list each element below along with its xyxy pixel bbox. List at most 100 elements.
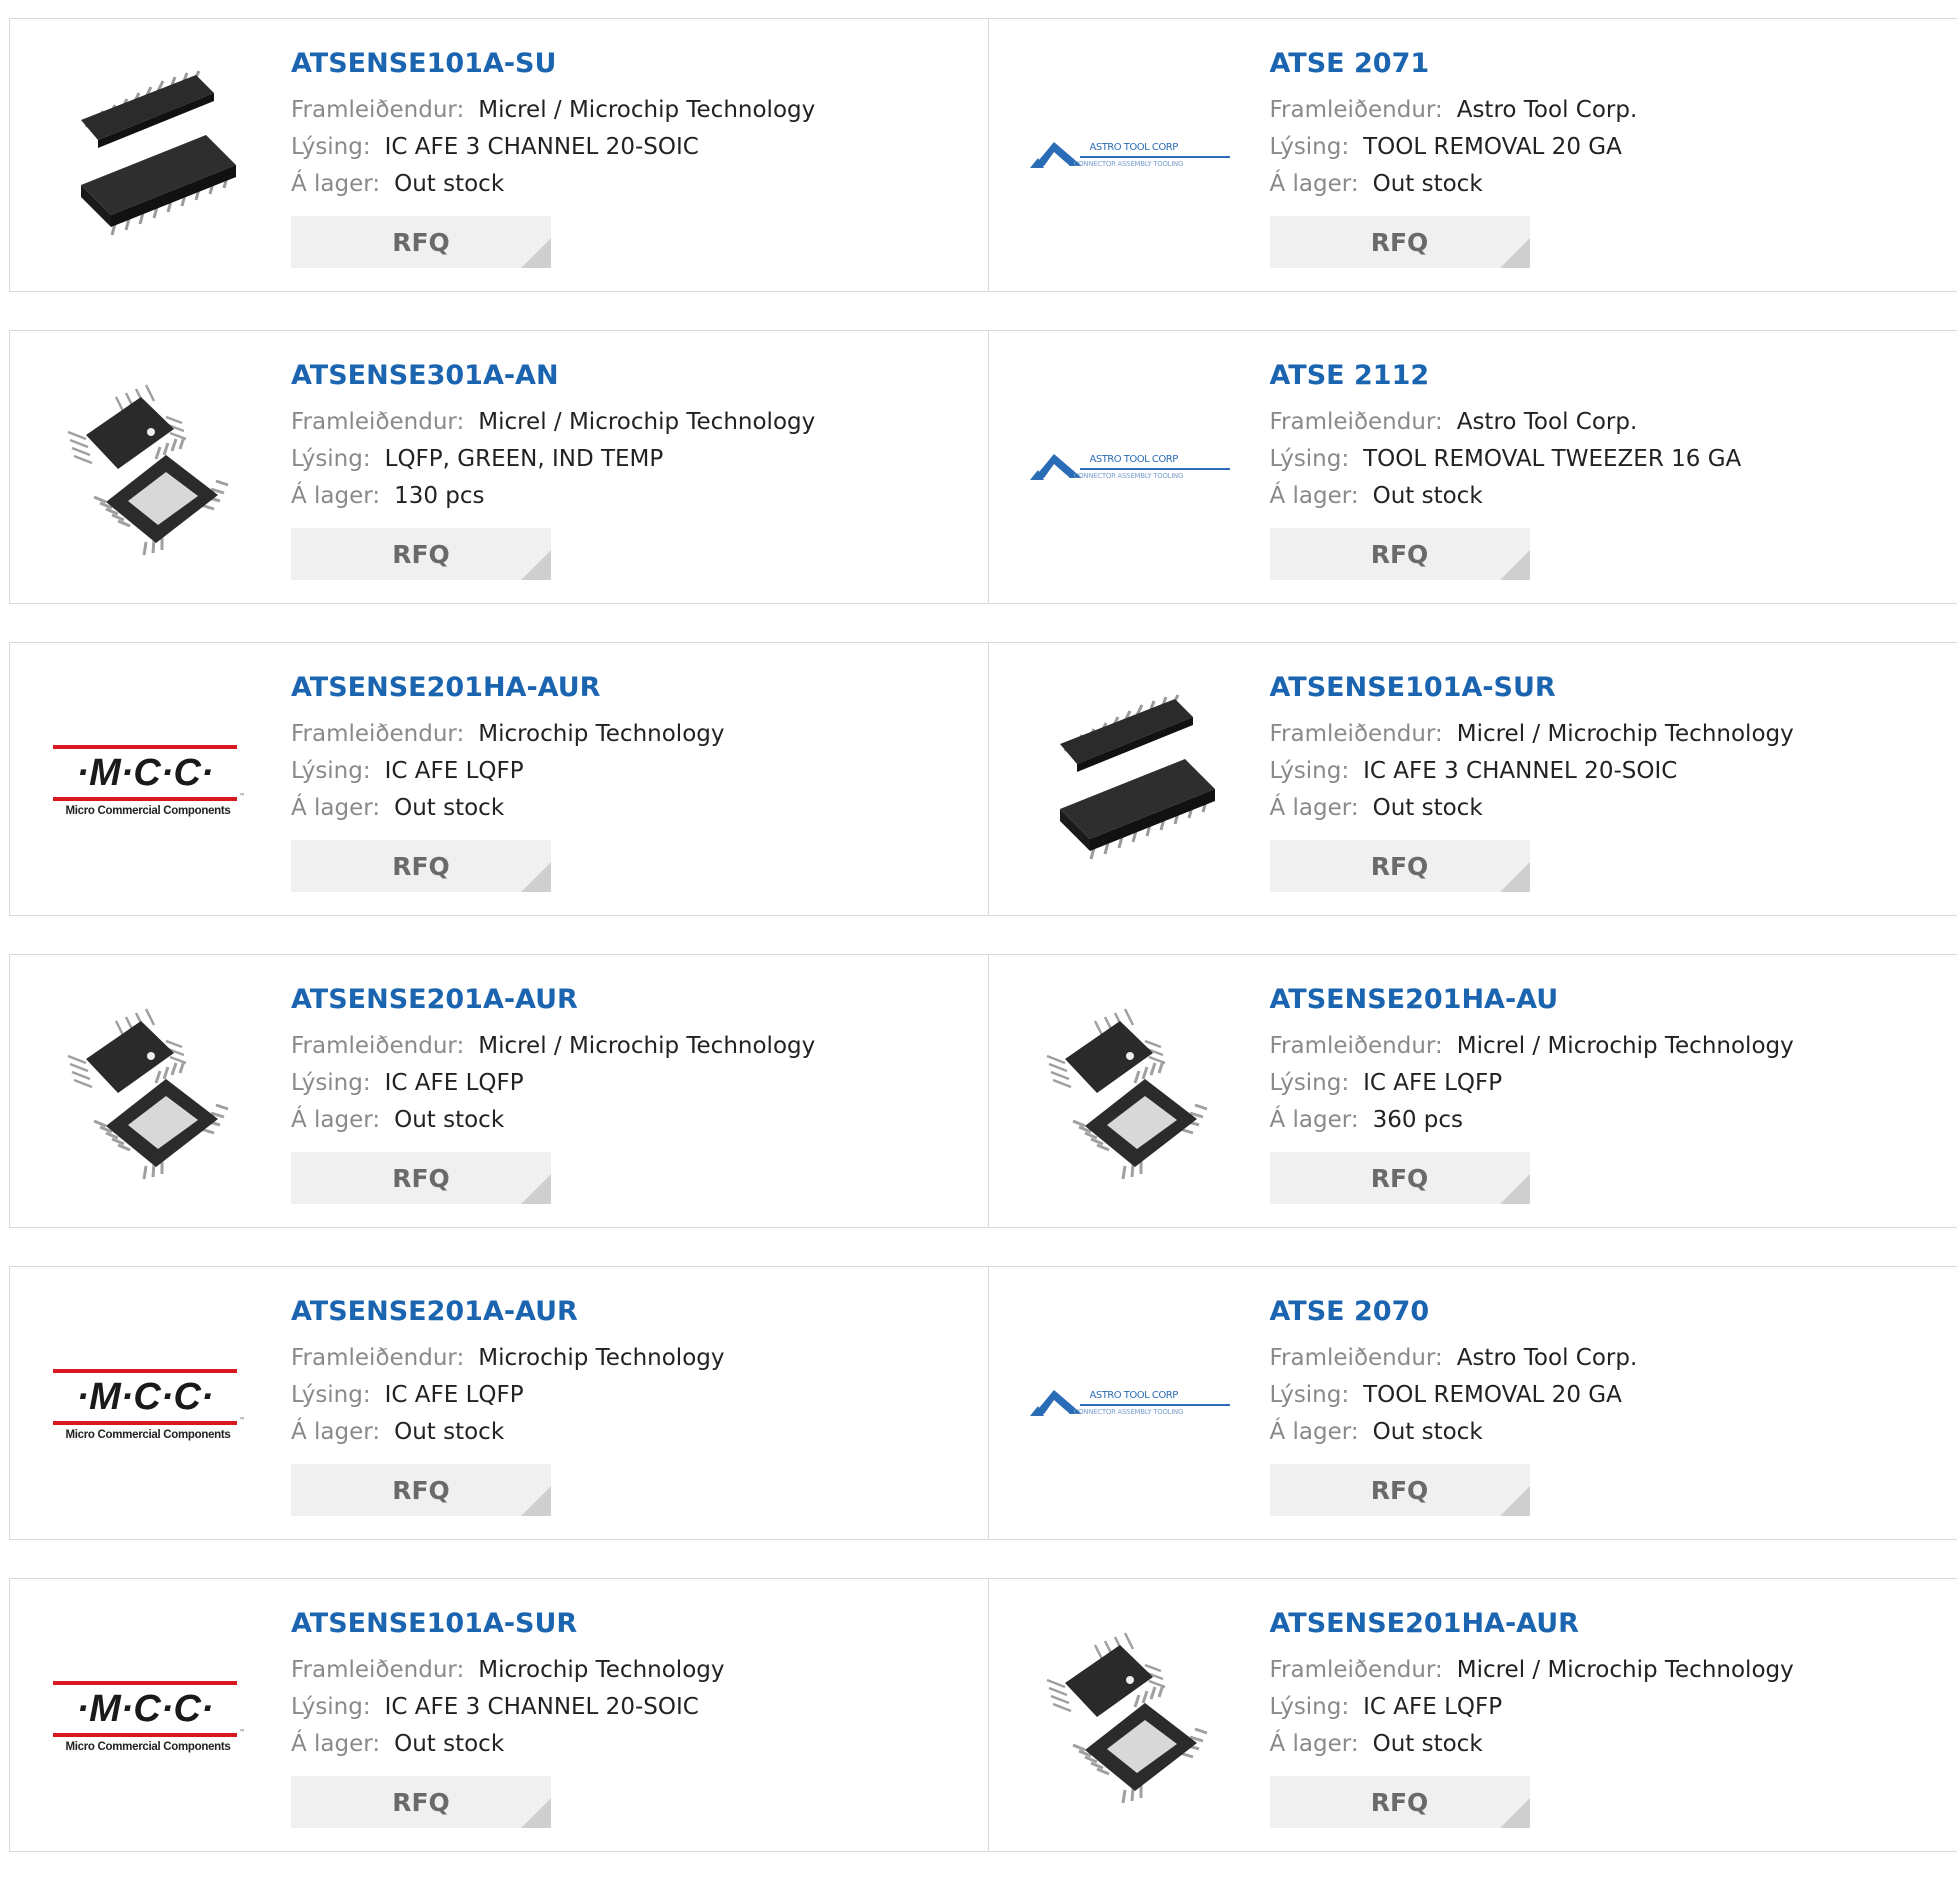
manufacturer-value[interactable]: Microchip Technology xyxy=(478,1345,724,1371)
corner-triangle-icon xyxy=(1500,238,1530,268)
rfq-button[interactable]: RFQ xyxy=(291,528,551,580)
product-image[interactable]: ·M·C·C· ™ Micro Commercial Components xyxy=(51,1308,251,1508)
part-number-link[interactable]: ATSE 2112 xyxy=(1270,359,1742,393)
description-label: Lýsing: xyxy=(1270,446,1350,472)
rfq-button[interactable]: RFQ xyxy=(291,840,551,892)
product-image[interactable] xyxy=(1030,996,1230,1196)
manufacturer-value[interactable]: Micrel / Microchip Technology xyxy=(1457,721,1794,747)
manufacturer-line: Framleiðendur:Microchip Technology xyxy=(291,1652,724,1689)
part-number-link[interactable]: ATSENSE201A-AUR xyxy=(291,1295,724,1329)
manufacturer-value[interactable]: Micrel / Microchip Technology xyxy=(478,409,815,435)
description-label: Lýsing: xyxy=(1270,1382,1350,1408)
mcc-logo: ·M·C·C· ™ Micro Commercial Components xyxy=(53,1675,249,1765)
astro-logo-name: ASTRO TOOL CORP xyxy=(1090,1390,1178,1401)
manufacturer-value[interactable]: Micrel / Microchip Technology xyxy=(1457,1657,1794,1683)
rfq-label: RFQ xyxy=(392,1476,450,1505)
part-number-link[interactable]: ATSENSE101A-SUR xyxy=(291,1607,724,1641)
part-number-link[interactable]: ATSE 2070 xyxy=(1270,1295,1638,1329)
product-image[interactable]: ·M·C·C· ™ Micro Commercial Components xyxy=(51,1620,251,1820)
stock-line: Á lager:Out stock xyxy=(291,1726,724,1763)
rfq-button[interactable]: RFQ xyxy=(1270,1152,1530,1204)
rfq-button[interactable]: RFQ xyxy=(1270,1776,1530,1828)
rfq-button[interactable]: RFQ xyxy=(1270,1464,1530,1516)
product-info: ATSENSE101A-SUR Framleiðendur:Microchip T… xyxy=(291,1607,724,1828)
rfq-button[interactable]: RFQ xyxy=(291,216,551,268)
manufacturer-value[interactable]: Astro Tool Corp. xyxy=(1457,97,1638,123)
product-image[interactable] xyxy=(51,996,251,1196)
manufacturer-value[interactable]: Astro Tool Corp. xyxy=(1457,1345,1638,1371)
rfq-button[interactable]: RFQ xyxy=(1270,528,1530,580)
part-number-link[interactable]: ATSENSE101A-SU xyxy=(291,47,815,81)
product-info: ATSENSE201HA-AURFramleiðendur:Microchip … xyxy=(291,671,724,892)
product-image[interactable] xyxy=(51,60,251,260)
rfq-label: RFQ xyxy=(1371,1476,1429,1505)
description-label: Lýsing: xyxy=(291,134,371,160)
product-image[interactable]: ·M·C·C· ™ Micro Commercial Components xyxy=(51,684,251,884)
product-image[interactable]: ASTRO TOOL CORP CONNECTOR ASSEMBLY TOOLI… xyxy=(1030,372,1230,572)
corner-triangle-icon xyxy=(521,862,551,892)
astro-logo-rule xyxy=(1080,468,1230,470)
rfq-button[interactable]: RFQ xyxy=(291,1464,551,1516)
manufacturer-label: Framleiðendur: xyxy=(1270,1033,1443,1059)
manufacturer-value[interactable]: Astro Tool Corp. xyxy=(1457,409,1638,435)
manufacturer-value[interactable]: Micrel / Microchip Technology xyxy=(1457,1033,1794,1059)
rfq-label: RFQ xyxy=(392,228,450,257)
stock-line: Á lager:Out stock xyxy=(1270,166,1638,203)
description-line: Lýsing:TOOL REMOVAL 20 GA xyxy=(1270,129,1638,166)
product-image[interactable] xyxy=(1030,684,1230,884)
stock-line: Á lager:Out stock xyxy=(291,1414,724,1451)
product-image[interactable] xyxy=(51,372,251,572)
rfq-button[interactable]: RFQ xyxy=(1270,216,1530,268)
part-number-link[interactable]: ATSENSE101A-SUR xyxy=(1270,671,1794,705)
manufacturer-label: Framleiðendur: xyxy=(291,1345,464,1371)
soic-chip-icon xyxy=(1035,689,1225,879)
stock-value: Out stock xyxy=(394,1107,504,1133)
product-row: ·M·C·C· ™ Micro Commercial Components AT… xyxy=(9,1578,1957,1852)
stock-label: Á lager: xyxy=(291,171,380,197)
description-value: IC AFE LQFP xyxy=(1363,1070,1502,1096)
manufacturer-value[interactable]: Micrel / Microchip Technology xyxy=(478,1033,815,1059)
manufacturer-label: Framleiðendur: xyxy=(1270,721,1443,747)
description-label: Lýsing: xyxy=(1270,1694,1350,1720)
description-line: Lýsing:IC AFE LQFP xyxy=(1270,1065,1794,1102)
lqfp-chip-icon xyxy=(56,1001,246,1191)
rfq-button[interactable]: RFQ xyxy=(291,1152,551,1204)
rfq-button[interactable]: RFQ xyxy=(1270,840,1530,892)
product-info: ATSENSE201A-AUR Framleiðendur: Microchip T… xyxy=(291,1295,724,1516)
product-info: ATSENSE201HA-AU Framleiðendur: Micrel / Mi… xyxy=(1270,983,1794,1204)
description-value: IC AFE 3 CHANNEL 20-SOIC xyxy=(385,134,699,160)
mcc-logo: ·M·C·C· ™ Micro Commercial Components xyxy=(53,1363,249,1453)
stock-value: 360 pcs xyxy=(1373,1107,1463,1133)
manufacturer-line: Framleiðendur: Micrel / Microchip Technol… xyxy=(1270,1652,1794,1689)
product-image[interactable] xyxy=(1030,1620,1230,1820)
lqfp-chip-icon xyxy=(56,377,246,567)
mcc-top-rule xyxy=(53,1369,237,1373)
product-image[interactable]: ASTRO TOOL CORP CONNECTOR ASSEMBLY TOOLI… xyxy=(1030,60,1230,260)
manufacturer-label: Framleiðendur: xyxy=(1270,1657,1443,1683)
corner-triangle-icon xyxy=(521,550,551,580)
part-number-link[interactable]: ATSENSE201HA-AUR xyxy=(1270,1607,1794,1641)
mcc-logo-tm: ™ xyxy=(239,1729,245,1736)
manufacturer-line: Framleiðendur:Micrel / Microchip Technol… xyxy=(291,404,815,441)
part-number-link[interactable]: ATSENSE301A-AN xyxy=(291,359,815,393)
rfq-button[interactable]: RFQ xyxy=(291,1776,551,1828)
product-info: ATSENSE201HA-AUR Framleiðendur: Micrel / M… xyxy=(1270,1607,1794,1828)
rfq-label: RFQ xyxy=(1371,1164,1429,1193)
stock-line: Á lager:Out stock xyxy=(1270,1726,1794,1763)
description-value: TOOL REMOVAL 20 GA xyxy=(1363,1382,1622,1408)
part-number-link[interactable]: ATSENSE201HA-AUR xyxy=(291,671,724,705)
corner-triangle-icon xyxy=(521,1486,551,1516)
part-number-link[interactable]: ATSENSE201HA-AU xyxy=(1270,983,1794,1017)
product-image[interactable]: ASTRO TOOL CORP CONNECTOR ASSEMBLY TOOLI… xyxy=(1030,1308,1230,1508)
part-number-link[interactable]: ATSE 2071 xyxy=(1270,47,1638,81)
description-line: Lýsing:TOOL REMOVAL TWEEZER 16 GA xyxy=(1270,441,1742,478)
manufacturer-value[interactable]: Microchip Technology xyxy=(478,1657,724,1683)
manufacturer-value[interactable]: Micrel / Microchip Technology xyxy=(478,97,815,123)
corner-triangle-icon xyxy=(521,1798,551,1828)
part-number-link[interactable]: ATSENSE201A-AUR xyxy=(291,983,815,1017)
rfq-label: RFQ xyxy=(1371,540,1429,569)
manufacturer-value[interactable]: Microchip Technology xyxy=(478,721,724,747)
corner-triangle-icon xyxy=(1500,1798,1530,1828)
stock-line: Á lager:Out stock xyxy=(1270,1414,1638,1451)
description-line: Lýsing:IC AFE LQFP xyxy=(291,753,724,790)
